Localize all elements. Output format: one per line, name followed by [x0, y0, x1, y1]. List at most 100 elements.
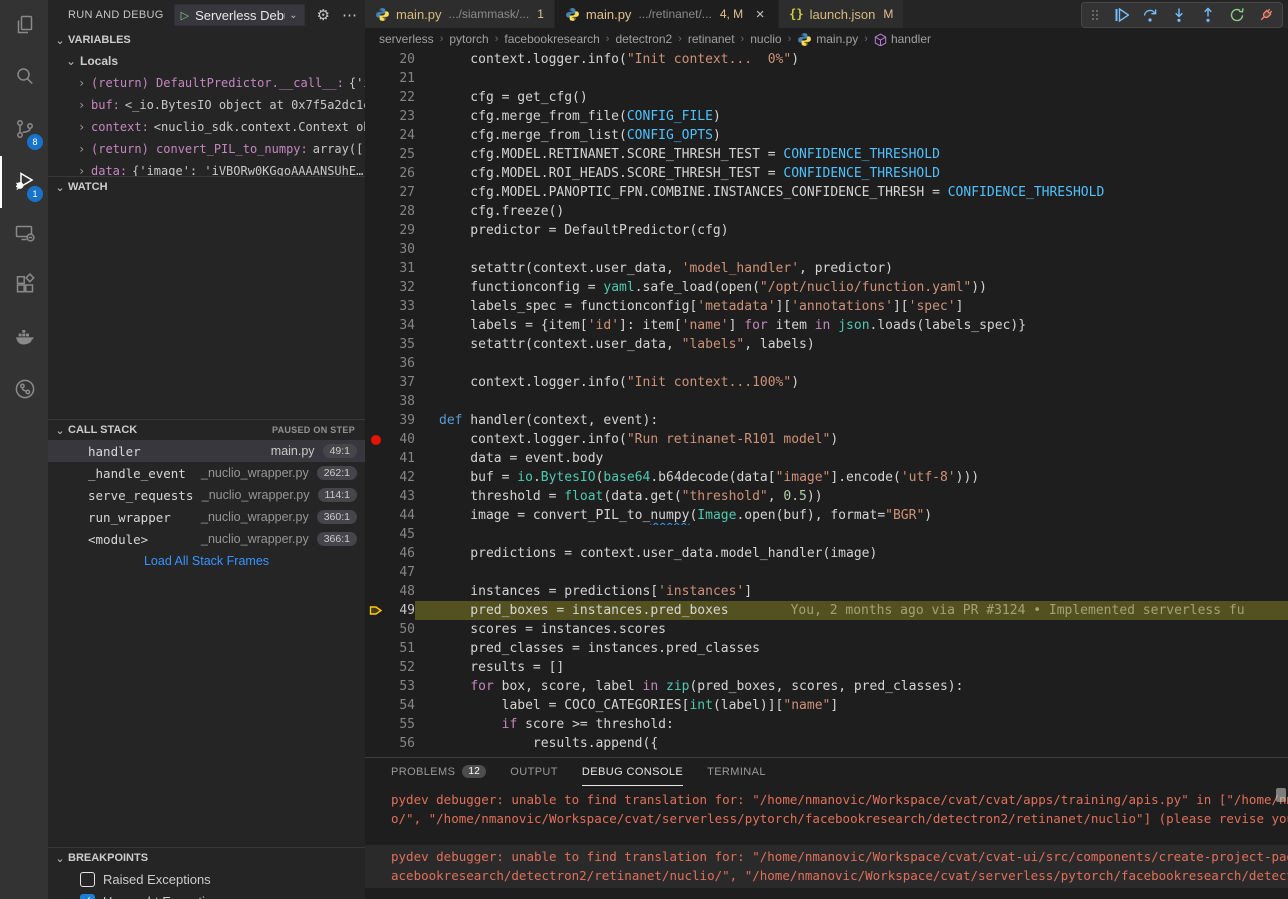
code-line[interactable]: 45 [365, 525, 1288, 544]
breadcrumb-item-nuclio[interactable]: nuclio [750, 32, 781, 46]
checkbox-checked[interactable]: ✓ [80, 894, 95, 899]
step-into-button[interactable] [1171, 7, 1187, 23]
code-line[interactable]: 25 cfg.MODEL.RETINANET.SCORE_THRESH_TEST… [365, 145, 1288, 164]
launch-config-value: Serverless Debu [195, 8, 285, 23]
activity-bar-item-explorer[interactable] [0, 0, 48, 52]
breakpoint-row[interactable]: Raised Exceptions [48, 868, 365, 890]
panel-tab-terminal[interactable]: TERMINAL [707, 758, 766, 786]
code-line[interactable]: 21 [365, 69, 1288, 88]
code-line[interactable]: 44 image = convert_PIL_to_numpy(Image.op… [365, 506, 1288, 525]
step-out-button[interactable] [1200, 7, 1216, 23]
activity-bar-item-search[interactable] [0, 52, 48, 104]
code-line[interactable]: 26 cfg.MODEL.ROI_HEADS.SCORE_THRESH_TEST… [365, 164, 1288, 183]
editor-tab-main.py[interactable]: main.py.../retinanet/...4, M× [555, 0, 779, 28]
close-icon[interactable]: × [752, 6, 768, 23]
gutter [365, 335, 387, 354]
activity-bar-item-remote-explorer[interactable] [0, 208, 48, 260]
activity-bar-item-extensions[interactable] [0, 260, 48, 312]
variables-section-header[interactable]: ⌄ VARIABLES [48, 30, 365, 50]
restart-button[interactable] [1229, 7, 1245, 23]
gear-icon[interactable]: ⚙ [317, 6, 330, 24]
code-line[interactable]: 35 setattr(context.user_data, "labels", … [365, 335, 1288, 354]
code-line[interactable]: 46 predictions = context.user_data.model… [365, 544, 1288, 563]
code-line[interactable]: 33 labels_spec = functionconfig['metadat… [365, 297, 1288, 316]
code-line[interactable]: 31 setattr(context.user_data, 'model_han… [365, 259, 1288, 278]
activity-bar-item-git-graph[interactable] [0, 364, 48, 416]
breadcrumb-item-main.py[interactable]: main.py [797, 32, 858, 47]
code-line[interactable]: 41 data = event.body [365, 449, 1288, 468]
code-line[interactable]: 40 context.logger.info("Run retinanet-R1… [365, 430, 1288, 449]
code-line[interactable]: 51 pred_classes = instances.pred_classes [365, 639, 1288, 658]
code-line[interactable]: 55 if score >= threshold: [365, 715, 1288, 734]
stack-frame-row[interactable]: handlermain.py49:1 [48, 440, 365, 462]
variable-row[interactable]: ›(return) DefaultPredictor.__call__:{'in… [48, 72, 365, 94]
stack-frame-row[interactable]: run_wrapper_nuclio_wrapper.py360:1 [48, 506, 365, 528]
code-line[interactable]: 20 context.logger.info("Init context... … [365, 50, 1288, 69]
code-editor[interactable]: 20 context.logger.info("Init context... … [365, 50, 1288, 757]
breakpoints-section-header[interactable]: ⌄ BREAKPOINTS [48, 848, 365, 868]
scope-locals[interactable]: ⌄ Locals [48, 50, 365, 72]
code-line[interactable]: 52 results = [] [365, 658, 1288, 677]
breakpoint-row[interactable]: ✓Uncaught Exceptions [48, 890, 365, 899]
checkbox-unchecked[interactable] [80, 872, 95, 887]
activity-bar-item-run-and-debug[interactable]: 1 [0, 156, 48, 208]
current-line-arrow-icon[interactable] [365, 601, 387, 620]
code-line[interactable]: 50 scores = instances.scores [365, 620, 1288, 639]
stack-frame-row[interactable]: <module>_nuclio_wrapper.py366:1 [48, 528, 365, 550]
variable-value: array([[[ 6… [313, 142, 365, 156]
editor-tab-launch.json[interactable]: {}launch.jsonM [779, 0, 904, 28]
panel-tab-problems[interactable]: PROBLEMS12 [391, 758, 486, 786]
panel-tab-debug-console[interactable]: DEBUG CONSOLE [582, 758, 683, 786]
code-line[interactable]: 42 buf = io.BytesIO(base64.b64decode(dat… [365, 468, 1288, 487]
launch-config-select[interactable]: ▷ Serverless Debu ⌄ [174, 4, 305, 26]
continue-button[interactable] [1113, 7, 1129, 23]
watch-section-header[interactable]: ⌄ WATCH [48, 177, 365, 197]
step-over-button[interactable] [1142, 7, 1158, 23]
vscode-window: 81 RUN AND DEBUG ▷ Serverless Debu ⌄ ⚙ ⋯… [0, 0, 1288, 899]
toolbar-grip-handle[interactable] [1090, 7, 1100, 23]
code-line[interactable]: 28 cfg.freeze() [365, 202, 1288, 221]
stack-frame-row[interactable]: serve_requests_nuclio_wrapper.py114:1 [48, 484, 365, 506]
breadcrumb-item-pytorch[interactable]: pytorch [449, 32, 488, 46]
stack-frame-row[interactable]: _handle_event_nuclio_wrapper.py262:1 [48, 462, 365, 484]
code-line[interactable]: 27 cfg.MODEL.PANOPTIC_FPN.COMBINE.INSTAN… [365, 183, 1288, 202]
load-all-stack-frames-link[interactable]: Load All Stack Frames [48, 550, 365, 572]
code-line[interactable]: 36 [365, 354, 1288, 373]
variable-row[interactable]: ›data:{'image': 'iVBORw0KGgoAAAANSUhE… 5… [48, 160, 365, 176]
breadcrumb-item-detectron2[interactable]: detectron2 [615, 32, 672, 46]
activity-bar-item-docker[interactable] [0, 312, 48, 364]
call-stack-section-header[interactable]: ⌄ CALL STACK PAUSED ON STEP [48, 420, 365, 440]
code-line[interactable]: 43 threshold = float(data.get("threshold… [365, 487, 1288, 506]
code-line[interactable]: 53 for box, score, label in zip(pred_box… [365, 677, 1288, 696]
breadcrumb-item-retinanet[interactable]: retinanet [688, 32, 735, 46]
code-line[interactable]: 32 functionconfig = yaml.safe_load(open(… [365, 278, 1288, 297]
code-line[interactable]: 38 [365, 392, 1288, 411]
code-line[interactable]: 30 [365, 240, 1288, 259]
code-line[interactable]: 54 label = COCO_CATEGORIES[int(label)]["… [365, 696, 1288, 715]
code-line[interactable]: 56 results.append({ [365, 734, 1288, 753]
scrollbar-thumb[interactable] [1276, 788, 1286, 802]
variable-row[interactable]: ›(return) convert_PIL_to_numpy:array([[[… [48, 138, 365, 160]
code-line[interactable]: 34 labels = {item['id']: item['name'] fo… [365, 316, 1288, 335]
panel-tab-output[interactable]: OUTPUT [510, 758, 558, 786]
editor-tab-main.py[interactable]: main.py.../siammask/...1 [365, 0, 555, 28]
code-line[interactable]: 49 pred_boxes = instances.pred_boxesYou,… [365, 601, 1288, 620]
debug-console-output[interactable]: pydev debugger: unable to find translati… [365, 786, 1288, 899]
activity-bar-item-source-control[interactable]: 8 [0, 104, 48, 156]
code-line[interactable]: 22 cfg = get_cfg() [365, 88, 1288, 107]
code-line[interactable]: 29 predictor = DefaultPredictor(cfg) [365, 221, 1288, 240]
disconnect-button[interactable] [1258, 7, 1274, 23]
code-line[interactable]: 39def handler(context, event): [365, 411, 1288, 430]
code-line[interactable]: 48 instances = predictions['instances'] [365, 582, 1288, 601]
variable-row[interactable]: ›context:<nuclio_sdk.context.Context obj… [48, 116, 365, 138]
code-line[interactable]: 37 context.logger.info("Init context...1… [365, 373, 1288, 392]
variable-row[interactable]: ›buf:<_io.BytesIO object at 0x7f5a2dc1ec… [48, 94, 365, 116]
breakpoint-icon[interactable] [365, 430, 387, 449]
code-line[interactable]: 24 cfg.merge_from_list(CONFIG_OPTS) [365, 126, 1288, 145]
code-line[interactable]: 47 [365, 563, 1288, 582]
breadcrumb-item-facebookresearch[interactable]: facebookresearch [504, 32, 599, 46]
code-line[interactable]: 23 cfg.merge_from_file(CONFIG_FILE) [365, 107, 1288, 126]
breadcrumb-item-handler[interactable]: handler [874, 32, 931, 46]
breadcrumb-item-serverless[interactable]: serverless [379, 32, 434, 46]
more-actions-icon[interactable]: ⋯ [342, 6, 357, 24]
